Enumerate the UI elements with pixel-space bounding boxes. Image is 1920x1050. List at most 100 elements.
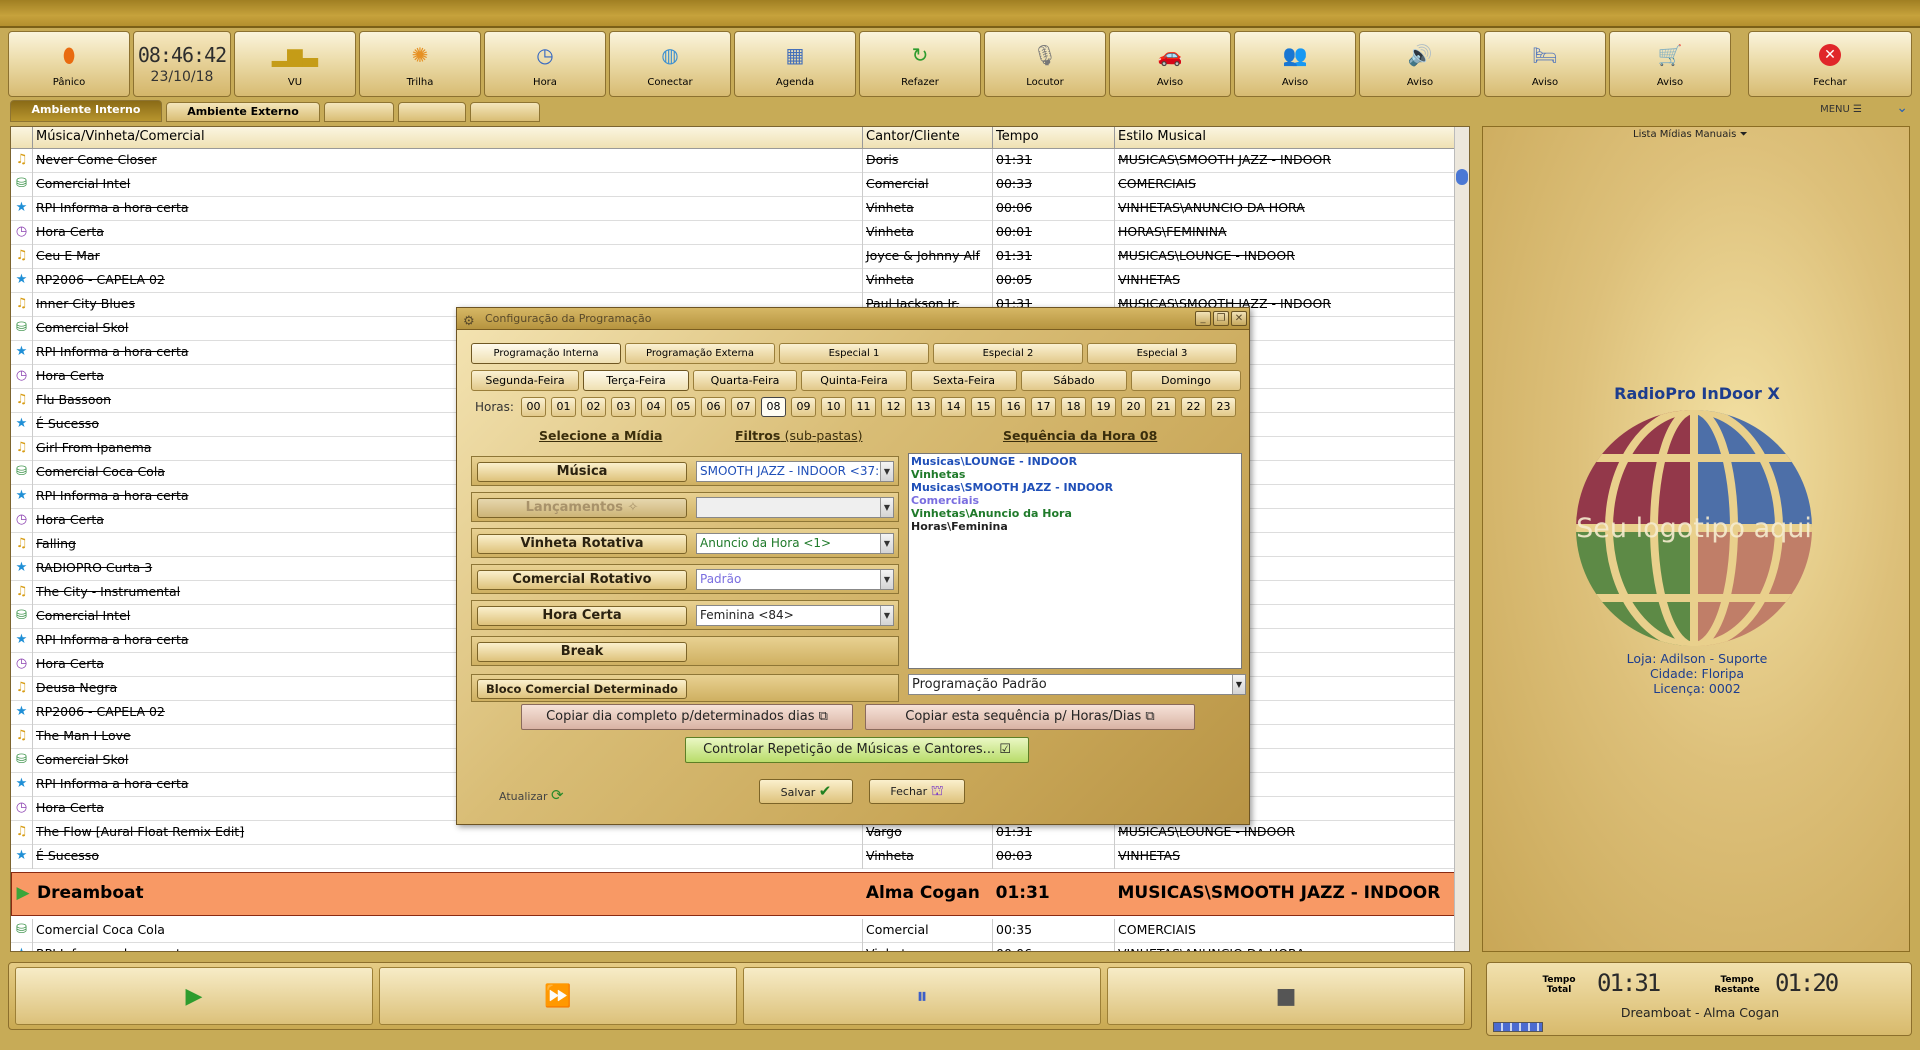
table-row[interactable]: ★RPI Informa a hora certaVinheta00:06VIN… xyxy=(11,943,1455,951)
toolbar-button-vu[interactable]: ▂▆▃ VU xyxy=(234,31,356,97)
hour-button-14[interactable]: 14 xyxy=(941,397,966,417)
hour-button-16[interactable]: 16 xyxy=(1001,397,1026,417)
next-button[interactable]: ⏩ xyxy=(379,967,737,1025)
dialog-tab-1[interactable]: Programação Externa xyxy=(625,343,775,364)
menu-button[interactable]: MENU ☰ xyxy=(1820,104,1862,115)
media-button-0[interactable]: Música xyxy=(477,462,687,482)
table-row[interactable]: ⛁ Comercial Coca Cola Comercial 00:35 COMERC… xyxy=(11,919,1455,943)
media-button-2[interactable]: Vinheta Rotativa xyxy=(477,534,687,554)
scroll-thumb[interactable] xyxy=(1456,169,1468,185)
col-title[interactable]: Música/Vinheta/Comercial xyxy=(33,127,863,149)
minimize-button[interactable]: _ xyxy=(1195,311,1211,326)
col-artist[interactable]: Cantor/Cliente xyxy=(863,127,993,149)
day-tab-2[interactable]: Quarta-Feira xyxy=(693,370,797,391)
stop-button[interactable]: ■ xyxy=(1107,967,1465,1025)
copiar-dia-button[interactable]: Copiar dia completo p/determinados dias … xyxy=(521,704,853,730)
media-select-4[interactable]: Feminina <84> ▼ xyxy=(696,605,894,626)
media-select-2[interactable]: Anuncio da Hora <1> ▼ xyxy=(696,533,894,554)
day-tab-5[interactable]: Sábado xyxy=(1021,370,1127,391)
toolbar-button-locutor[interactable]: 🎙 Locutor xyxy=(984,31,1106,97)
atualizar-button[interactable]: Atualizar ⟳ xyxy=(499,786,564,804)
sequence-item[interactable]: Vinhetas\Anuncio da Hora xyxy=(911,507,1239,520)
col-time[interactable]: Tempo xyxy=(993,127,1115,149)
toolbar-button-aviso-4[interactable]: 🛏 Aviso xyxy=(1484,31,1606,97)
toolbar-button-trilha[interactable]: ✺ Trilha xyxy=(359,31,481,97)
table-row-current[interactable]: ▶ Dreamboat Alma Cogan 01:31 MUSICAS\SMOOTH … xyxy=(11,872,1455,916)
copiar-sequencia-button[interactable]: Copiar esta sequência p/ Horas/Dias ⧉ xyxy=(865,704,1195,730)
hour-button-10[interactable]: 10 xyxy=(821,397,846,417)
controlar-repeticao-button[interactable]: Controlar Repetição de Músicas e Cantore… xyxy=(685,737,1029,763)
hour-button-01[interactable]: 01 xyxy=(551,397,576,417)
hour-button-03[interactable]: 03 xyxy=(611,397,636,417)
hour-button-20[interactable]: 20 xyxy=(1121,397,1146,417)
hour-button-07[interactable]: 07 xyxy=(731,397,756,417)
hour-button-00[interactable]: 00 xyxy=(521,397,546,417)
toolbar-button-hora[interactable]: ◷ Hora xyxy=(484,31,606,97)
hour-button-12[interactable]: 12 xyxy=(881,397,906,417)
chevron-down-icon[interactable]: ⌄ xyxy=(1896,100,1908,116)
hour-button-23[interactable]: 23 xyxy=(1211,397,1236,417)
media-select-3[interactable]: Padrão ▼ xyxy=(696,569,894,590)
dialog-tab-4[interactable]: Especial 3 xyxy=(1087,343,1237,364)
progress-bar[interactable] xyxy=(1493,1022,1543,1032)
dialog-tab-3[interactable]: Especial 2 xyxy=(933,343,1083,364)
hour-button-19[interactable]: 19 xyxy=(1091,397,1116,417)
media-button-5[interactable]: Break xyxy=(477,642,687,662)
programacao-select[interactable]: Programação Padrão ▼ xyxy=(908,674,1246,695)
close-app-button[interactable]: ✕ Fechar xyxy=(1748,31,1912,97)
playlist-scrollbar[interactable] xyxy=(1454,127,1469,951)
media-button-1[interactable]: Lançamentos ✧ xyxy=(477,498,687,518)
day-tab-3[interactable]: Quinta-Feira xyxy=(801,370,907,391)
sequence-item[interactable]: Comerciais xyxy=(911,494,1239,507)
table-row[interactable]: ★RPI Informa a hora certaVinheta00:06VIN… xyxy=(11,197,1455,221)
hour-button-02[interactable]: 02 xyxy=(581,397,606,417)
hour-button-05[interactable]: 05 xyxy=(671,397,696,417)
toolbar-button-aviso-3[interactable]: 🔊 Aviso xyxy=(1359,31,1481,97)
table-row[interactable]: ★ RP2006 - CAPELA 02 Vinheta 00:05 VINHETAS xyxy=(11,269,1455,293)
hour-button-13[interactable]: 13 xyxy=(911,397,936,417)
toolbar-button-aviso-1[interactable]: 🚗 Aviso xyxy=(1109,31,1231,97)
table-row[interactable]: ★ É Sucesso Vinheta 00:03 VINHETAS xyxy=(11,845,1455,869)
hour-button-09[interactable]: 09 xyxy=(791,397,816,417)
day-tab-6[interactable]: Domingo xyxy=(1131,370,1241,391)
day-tab-4[interactable]: Sexta-Feira xyxy=(911,370,1017,391)
hour-button-15[interactable]: 15 xyxy=(971,397,996,417)
toolbar-button-refazer[interactable]: ↻ Refazer xyxy=(859,31,981,97)
dialog-tab-2[interactable]: Especial 1 xyxy=(779,343,929,364)
toolbar-button-aviso-5[interactable]: 🛒 Aviso xyxy=(1609,31,1731,97)
hour-button-22[interactable]: 22 xyxy=(1181,397,1206,417)
bloco-comercial-button[interactable]: Bloco Comercial Determinado xyxy=(477,679,687,699)
sequence-item[interactable]: Musicas\LOUNGE - INDOOR xyxy=(911,455,1239,468)
toolbar-button-agenda[interactable]: ▦ Agenda xyxy=(734,31,856,97)
tab-empty-3[interactable] xyxy=(470,102,540,122)
hour-button-06[interactable]: 06 xyxy=(701,397,726,417)
day-tab-0[interactable]: Segunda-Feira xyxy=(471,370,579,391)
fechar-button[interactable]: Fechar ⛫ xyxy=(869,779,965,804)
salvar-button[interactable]: Salvar ✔ xyxy=(759,779,853,804)
hour-button-17[interactable]: 17 xyxy=(1031,397,1056,417)
sequence-list[interactable]: Musicas\LOUNGE - INDOOR Vinhetas Musicas\S… xyxy=(908,453,1242,669)
media-select-1[interactable]: ▼ xyxy=(696,497,894,518)
dialog-tab-0[interactable]: Programação Interna xyxy=(471,343,621,364)
col-style[interactable]: Estilo Musical xyxy=(1115,127,1455,149)
hour-button-11[interactable]: 11 xyxy=(851,397,876,417)
hour-button-18[interactable]: 18 xyxy=(1061,397,1086,417)
lista-midias-dropdown[interactable]: Lista Mídias Manuais ⏷ xyxy=(1633,129,1748,140)
hour-button-21[interactable]: 21 xyxy=(1151,397,1176,417)
sequence-item[interactable]: Horas\Feminina xyxy=(911,520,1239,533)
table-row[interactable]: ♫ Ceu E Mar Joyce & Johnny Alf 01:31 MUSICAS… xyxy=(11,245,1455,269)
hour-button-04[interactable]: 04 xyxy=(641,397,666,417)
table-row[interactable]: ⛁ Comercial Intel Comercial 00:33 COMERCIAIS xyxy=(11,173,1455,197)
day-tab-1[interactable]: Terça-Feira xyxy=(583,370,689,391)
maximize-button[interactable]: ❐ xyxy=(1213,311,1229,326)
tab-empty-1[interactable] xyxy=(324,102,394,122)
dialog-title-bar[interactable]: ⚙ Configuração da Programação _ ❐ ✕ xyxy=(457,308,1249,330)
tab-ambiente-interno[interactable]: Ambiente Interno xyxy=(10,100,162,122)
panic-button[interactable]: ⬮ Pânico xyxy=(8,31,130,97)
toolbar-button-aviso-2[interactable]: 👥 Aviso xyxy=(1234,31,1356,97)
media-select-0[interactable]: SMOOTH JAZZ - INDOOR <37: ▼ xyxy=(696,461,894,482)
pause-button[interactable]: ⏸ xyxy=(743,967,1101,1025)
table-row[interactable]: ♫ Never Come Closer Doris 01:31 MUSICAS\SMOO… xyxy=(11,149,1455,173)
play-button[interactable]: ▶ xyxy=(15,967,373,1025)
media-button-4[interactable]: Hora Certa xyxy=(477,606,687,626)
